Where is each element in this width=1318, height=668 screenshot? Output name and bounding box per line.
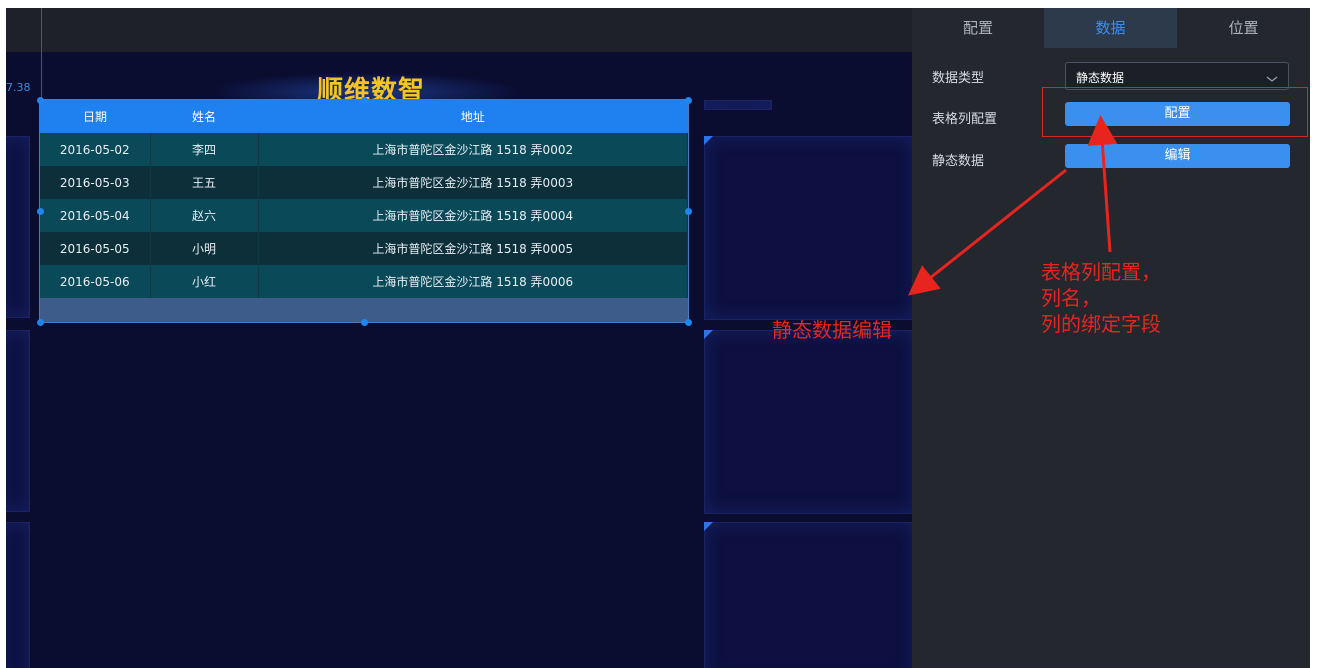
annotation-column-config-line-2: 列名， [1041,286,1101,310]
annotation-static-edit: 静态数据编辑 [772,318,892,342]
annotation-column-config-line-3: 列的绑定字段 [1041,312,1161,336]
arrow-to-config-button [1087,115,1118,253]
annotation-column-config-line-1: 表格列配置， [1041,260,1161,284]
